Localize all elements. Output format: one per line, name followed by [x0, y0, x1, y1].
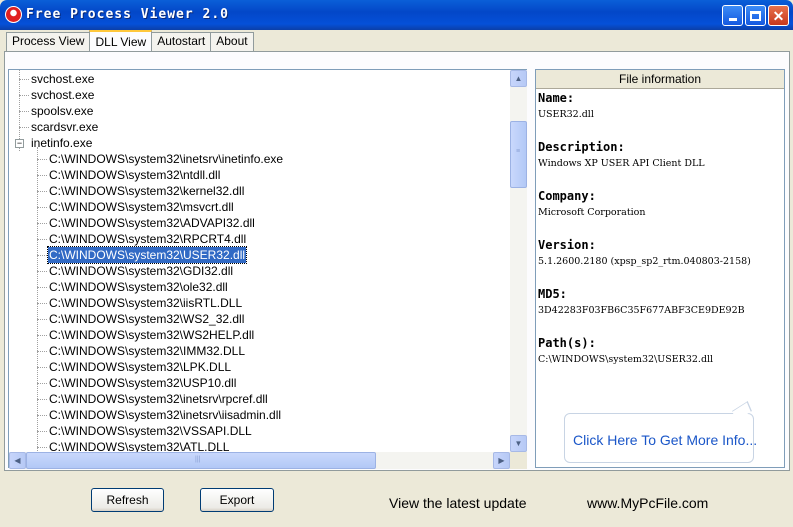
module-node-selected[interactable]: C:\WINDOWS\system32\USER32.dll — [46, 246, 248, 264]
maximize-icon — [750, 10, 761, 21]
tree-line — [37, 271, 47, 272]
info-value: 3D42283F03FB6C35F677ABF3CE9DE92B — [538, 305, 745, 316]
minimize-button[interactable] — [722, 5, 743, 26]
close-button[interactable]: ✕ — [768, 5, 789, 26]
tree-line — [37, 255, 47, 256]
tree-line — [37, 415, 47, 416]
tree-line — [37, 207, 47, 208]
module-node[interactable]: C:\WINDOWS\system32\RPCRT4.dll — [49, 231, 246, 247]
info-header: File information — [536, 70, 784, 89]
tree-line — [37, 335, 47, 336]
module-node[interactable]: C:\WINDOWS\system32\WS2HELP.dll — [49, 327, 254, 343]
module-node[interactable]: C:\WINDOWS\system32\ATL.DLL — [49, 439, 229, 452]
info-label: Name: — [538, 91, 575, 105]
tab-process-view[interactable]: Process View — [6, 32, 91, 51]
module-node[interactable]: C:\WINDOWS\system32\iisRTL.DLL — [49, 295, 242, 311]
file-info-panel: File information Name: USER32.dll Descript… — [535, 69, 785, 468]
scroll-right-button[interactable]: ▶ — [493, 452, 510, 469]
export-button[interactable]: Export — [200, 488, 274, 512]
process-node[interactable]: svchost.exe — [31, 71, 94, 87]
info-value: C:\WINDOWS\system32\USER32.dll — [538, 354, 714, 365]
scroll-down-button[interactable]: ▼ — [510, 435, 527, 452]
tree-line — [37, 367, 47, 368]
tree-line — [37, 287, 47, 288]
info-value: USER32.dll — [538, 109, 594, 120]
process-node[interactable]: svchost.exe — [31, 87, 94, 103]
info-label: Version: — [538, 238, 596, 252]
tree-line — [37, 303, 47, 304]
scroll-left-button[interactable]: ◀ — [9, 452, 26, 469]
tree-line — [19, 79, 29, 80]
title-bar[interactable]: Free Process Viewer 2.0 ✕ — [0, 0, 793, 30]
tree-line — [37, 147, 38, 452]
info-label: Path(s): — [538, 336, 596, 350]
collapse-icon[interactable]: − — [15, 139, 24, 148]
vertical-scrollbar[interactable]: ▲ ≡ ▼ — [510, 70, 527, 452]
tab-dll-view[interactable]: DLL View — [89, 30, 153, 51]
tree-line — [37, 383, 47, 384]
horizontal-scrollbar[interactable]: ◀ ||| ▶ — [9, 452, 510, 469]
module-node[interactable]: C:\WINDOWS\system32\msvcrt.dll — [49, 199, 234, 215]
module-node[interactable]: C:\WINDOWS\system32\ole32.dll — [49, 279, 228, 295]
refresh-button[interactable]: Refresh — [91, 488, 164, 512]
grip-icon: ≡ — [516, 148, 521, 155]
process-node-inetinfo[interactable]: inetinfo.exe — [31, 135, 92, 151]
tree-line — [19, 127, 29, 128]
module-node[interactable]: C:\WINDOWS\system32\LPK.DLL — [49, 359, 231, 375]
module-node[interactable]: C:\WINDOWS\system32\VSSAPI.DLL — [49, 423, 252, 439]
tab-autostart[interactable]: Autostart — [151, 32, 212, 51]
tree-line — [37, 223, 47, 224]
bubble-tail — [732, 401, 752, 421]
vertical-scroll-thumb[interactable]: ≡ — [510, 121, 527, 188]
module-node[interactable]: C:\WINDOWS\system32\kernel32.dll — [49, 183, 244, 199]
module-node[interactable]: C:\WINDOWS\system32\ntdll.dll — [49, 167, 220, 183]
website-link[interactable]: www.MyPcFile.com — [587, 495, 708, 511]
more-info-link[interactable]: Click Here To Get More Info... — [573, 432, 757, 448]
tree-line — [37, 447, 47, 448]
tree-line — [37, 159, 47, 160]
scroll-up-button[interactable]: ▲ — [510, 70, 527, 87]
info-value: 5.1.2600.2180 (xpsp_sp2_rtm.040803-2158) — [538, 256, 751, 267]
info-label: Company: — [538, 189, 596, 203]
scroll-corner — [510, 452, 527, 469]
module-node[interactable]: C:\WINDOWS\system32\IMM32.DLL — [49, 343, 245, 359]
module-node[interactable]: C:\WINDOWS\system32\GDI32.dll — [49, 263, 233, 279]
app-icon[interactable] — [5, 6, 22, 23]
info-label: MD5: — [538, 287, 567, 301]
process-node[interactable]: scardsvr.exe — [31, 119, 98, 135]
tree-line — [37, 431, 47, 432]
module-node[interactable]: C:\WINDOWS\system32\inetsrv\rpcref.dll — [49, 391, 268, 407]
dll-tree-view[interactable]: svchost.exe svchost.exe spoolsv.exe scardsv… — [8, 69, 527, 469]
module-node[interactable]: C:\WINDOWS\system32\WS2_32.dll — [49, 311, 244, 327]
minimize-icon — [728, 18, 737, 21]
tab-strip: Process View DLL View Autostart About — [6, 30, 254, 51]
tree-list: svchost.exe svchost.exe spoolsv.exe scardsv… — [9, 70, 509, 452]
info-value: Windows XP USER API Client DLL — [538, 158, 705, 169]
close-icon: ✕ — [772, 7, 785, 24]
window-title: Free Process Viewer 2.0 — [26, 7, 230, 22]
module-node[interactable]: C:\WINDOWS\system32\inetsrv\inetinfo.exe — [49, 151, 283, 167]
tree-line — [37, 191, 47, 192]
tree-line — [37, 399, 47, 400]
tree-line — [37, 319, 47, 320]
grip-icon: ||| — [195, 456, 201, 463]
tree-line — [37, 351, 47, 352]
tree-line — [19, 95, 29, 96]
tree-line — [19, 111, 29, 112]
more-info-bubble[interactable]: Click Here To Get More Info... — [564, 401, 757, 463]
tree-line — [37, 175, 47, 176]
process-node[interactable]: spoolsv.exe — [31, 103, 93, 119]
tree-line — [37, 239, 47, 240]
tab-about[interactable]: About — [210, 32, 254, 51]
info-label: Description: — [538, 140, 625, 154]
module-node[interactable]: C:\WINDOWS\system32\ADVAPI32.dll — [49, 215, 255, 231]
module-node[interactable]: C:\WINDOWS\system32\USP10.dll — [49, 375, 236, 391]
info-value: Microsoft Corporation — [538, 207, 646, 218]
latest-update-link[interactable]: View the latest update — [389, 495, 527, 511]
horizontal-scroll-thumb[interactable]: ||| — [26, 452, 376, 469]
module-node[interactable]: C:\WINDOWS\system32\inetsrv\iisadmin.dll — [49, 407, 281, 423]
maximize-button[interactable] — [745, 5, 766, 26]
